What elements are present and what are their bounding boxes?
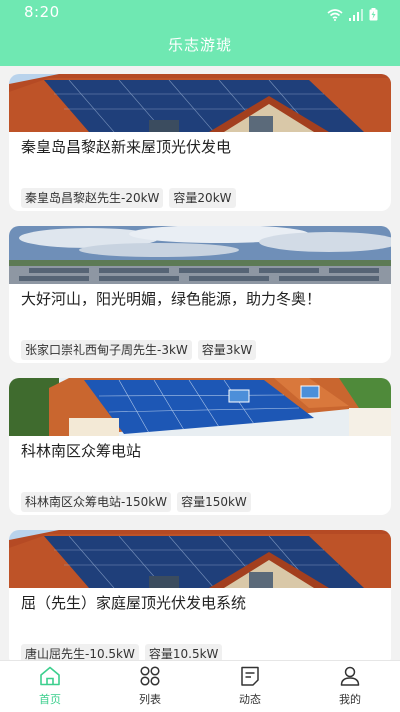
tab-home[interactable]: 首页 (0, 661, 100, 712)
status-icons (327, 6, 378, 25)
owner-tag: 唐山屈先生-10.5kW (21, 644, 139, 660)
tab-list[interactable]: 列表 (100, 661, 200, 712)
project-image-rooftop-solar (9, 74, 391, 132)
title-bar: 乐志游琥 (0, 24, 400, 66)
project-image-solar-field (9, 226, 391, 284)
project-card[interactable]: 屈（先生）家庭屋顶光伏发电系统 唐山屈先生-10.5kW 容量10.5kW (9, 530, 391, 660)
project-title: 科林南区众筹电站 (21, 442, 142, 460)
tab-mine-label: 我的 (339, 693, 361, 706)
capacity-tag: 容量10.5kW (144, 644, 223, 660)
wifi-icon (327, 6, 343, 25)
project-title: 屈（先生）家庭屋顶光伏发电系统 (21, 594, 247, 612)
project-image-house-solar (9, 378, 391, 436)
user-icon (340, 666, 360, 686)
bottom-tab-bar: 首页 列表 动态 我的 (0, 660, 400, 712)
project-tags: 唐山屈先生-10.5kW 容量10.5kW (21, 644, 223, 660)
grid-icon (140, 666, 160, 686)
feed-icon (241, 666, 259, 686)
tab-feed[interactable]: 动态 (200, 661, 300, 712)
project-card[interactable]: 大好河山，阳光明媚，绿色能源，助力冬奥！ 张家口崇礼西甸子周先生-3kW 容量3… (9, 226, 391, 363)
page-title: 乐志游琥 (167, 36, 232, 54)
project-title: 大好河山，阳光明媚，绿色能源，助力冬奥！ (21, 290, 322, 308)
tab-mine[interactable]: 我的 (300, 661, 400, 712)
project-tags: 张家口崇礼西甸子周先生-3kW 容量3kW (21, 340, 257, 360)
capacity-tag: 容量3kW (197, 340, 257, 360)
status-bar: 8:20 (0, 0, 400, 24)
battery-icon (369, 6, 378, 25)
tab-home-label: 首页 (39, 693, 61, 706)
project-image-rooftop-solar (9, 530, 391, 588)
project-card[interactable]: 科林南区众筹电站 科林南区众筹电站-150kW 容量150kW (9, 378, 391, 515)
project-title: 秦皇岛昌黎赵新来屋顶光伏发电 (21, 138, 232, 156)
project-tags: 秦皇岛昌黎赵先生-20kW 容量20kW (21, 188, 236, 208)
status-time: 8:20 (24, 3, 60, 21)
signal-icon (349, 6, 363, 25)
owner-tag: 张家口崇礼西甸子周先生-3kW (21, 340, 192, 360)
capacity-tag: 容量20kW (169, 188, 236, 208)
project-card[interactable]: 秦皇岛昌黎赵新来屋顶光伏发电 秦皇岛昌黎赵先生-20kW 容量20kW (9, 74, 391, 211)
tab-feed-label: 动态 (239, 693, 261, 706)
home-icon (40, 666, 60, 686)
owner-tag: 科林南区众筹电站-150kW (21, 492, 172, 512)
project-tags: 科林南区众筹电站-150kW 容量150kW (21, 492, 251, 512)
owner-tag: 秦皇岛昌黎赵先生-20kW (21, 188, 164, 208)
project-list[interactable]: 秦皇岛昌黎赵新来屋顶光伏发电 秦皇岛昌黎赵先生-20kW 容量20kW 大好河山… (0, 66, 400, 660)
capacity-tag: 容量150kW (177, 492, 251, 512)
tab-list-label: 列表 (139, 693, 161, 706)
